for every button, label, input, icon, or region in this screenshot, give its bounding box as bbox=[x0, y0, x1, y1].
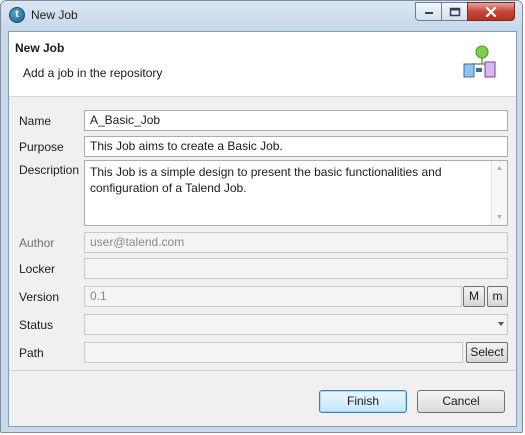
scroll-up-icon[interactable]: ▲ bbox=[496, 165, 503, 172]
scroll-down-icon[interactable]: ▼ bbox=[496, 214, 503, 221]
description-text: This Job is a simple design to present t… bbox=[90, 165, 442, 195]
author-field: user@talend.com bbox=[84, 232, 508, 253]
minimize-button[interactable] bbox=[415, 2, 442, 21]
purpose-label: Purpose bbox=[19, 140, 64, 154]
finish-button[interactable]: Finish bbox=[319, 390, 407, 413]
version-major-button[interactable]: M bbox=[463, 286, 485, 307]
button-bar-separator bbox=[9, 370, 516, 371]
version-field: 0.1 bbox=[84, 286, 462, 307]
purpose-input[interactable]: This Job aims to create a Basic Job. bbox=[84, 136, 508, 157]
header-title: New Job bbox=[15, 41, 65, 55]
job-wizard-icon bbox=[463, 45, 496, 78]
status-combo[interactable] bbox=[84, 314, 508, 335]
locker-field bbox=[84, 258, 508, 279]
chevron-down-icon[interactable] bbox=[498, 322, 504, 326]
talend-icon: t bbox=[9, 7, 25, 23]
path-label: Path bbox=[19, 346, 44, 360]
description-textarea[interactable]: This Job is a simple design to present t… bbox=[84, 160, 508, 226]
window-title: New Job bbox=[31, 8, 78, 22]
title-bar[interactable]: t New Job bbox=[1, 1, 522, 31]
path-select-button[interactable]: Select bbox=[466, 342, 508, 363]
close-icon bbox=[485, 6, 497, 17]
name-input[interactable]: A_Basic_Job bbox=[84, 110, 508, 131]
dialog-window: t New Job New Job Add a job in the repos… bbox=[0, 0, 523, 433]
author-label: Author bbox=[19, 236, 55, 250]
description-scrollbar[interactable]: ▲ ▼ bbox=[491, 161, 507, 225]
name-label: Name bbox=[19, 114, 52, 128]
path-field bbox=[84, 342, 463, 363]
wizard-header: New Job Add a job in the repository bbox=[9, 32, 516, 97]
status-label: Status bbox=[19, 318, 54, 332]
maximize-button[interactable] bbox=[441, 2, 468, 21]
version-minor-button[interactable]: m bbox=[487, 286, 508, 307]
locker-label: Locker bbox=[19, 262, 56, 276]
description-label: Description bbox=[19, 163, 80, 177]
header-subtitle: Add a job in the repository bbox=[23, 66, 163, 80]
version-label: Version bbox=[19, 290, 60, 304]
minimize-icon bbox=[424, 11, 433, 14]
cancel-button[interactable]: Cancel bbox=[417, 390, 505, 413]
dialog-content: New Job Add a job in the repository Name… bbox=[8, 31, 517, 427]
maximize-icon bbox=[449, 7, 460, 16]
close-button[interactable] bbox=[467, 2, 515, 21]
